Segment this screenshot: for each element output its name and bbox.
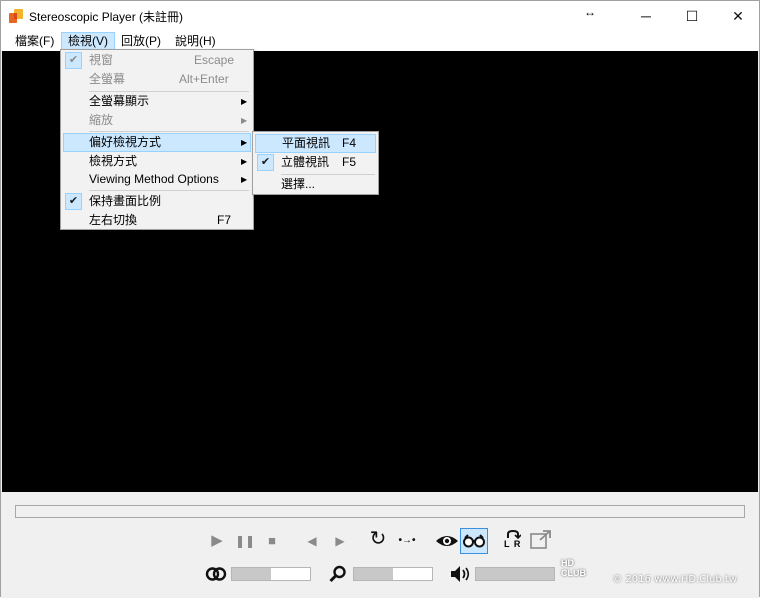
step-icon[interactable]: •→• [393,532,421,550]
menu-item-keep-aspect[interactable]: ✔ 保持畫面比例 [63,192,251,211]
next-icon[interactable]: ▶ [331,532,349,550]
menu-item-view-method[interactable]: 檢視方式 ▶ [63,152,251,171]
submenu-arrow-icon: ▶ [241,138,248,147]
swap-lr-label: L R [504,539,522,549]
control-panel: ▶ ❚❚ ■ ◀ ▶ ↻ •→• L R HD CLUB © 2016 www.… [1,492,759,598]
swap-lr-button[interactable]: L R [501,529,525,553]
menu-item-label: 偏好檢視方式 [89,135,162,149]
menu-item-accel: F7 [217,213,232,227]
menu-item-preferred-view[interactable]: 偏好檢視方式 ▶ [63,133,251,152]
menu-item-label: 視窗 [89,53,114,67]
prev-icon[interactable]: ◀ [303,532,321,550]
menu-item-accel: F4 [342,136,357,150]
watermark-text: © 2016 www.HD.Club.tw [612,574,737,585]
stereo-separation-icon [205,567,227,581]
view-menu-dropdown: ✔ 視窗 Escape 全螢幕 Alt+Enter 全螢幕顯示 ▶ 縮放 ▶ 偏… [60,49,254,230]
menu-item-zoom[interactable]: 縮放 ▶ [63,111,251,130]
menu-item-label: 選擇... [281,177,316,191]
submenu-item-3d-video[interactable]: ✔ 立體視訊 F5 [255,153,376,172]
volume-fill [476,568,554,580]
menu-item-swap-lr[interactable]: 左右切換 F7 [63,211,251,230]
eye-icon[interactable] [435,533,459,549]
menu-item-fullscreen-display[interactable]: 全螢幕顯示 ▶ [63,92,251,111]
volume-slider[interactable] [475,567,555,581]
glasses-button[interactable] [460,528,488,554]
check-icon: ✔ [257,154,274,171]
menu-bar: 檔案(F) 檢視(V) 回放(P) 說明(H) [1,31,759,51]
submenu-arrow-icon: ▶ [241,157,248,166]
play-icon[interactable]: ▶ [207,532,227,550]
menu-item-window[interactable]: ✔ 視窗 Escape [63,51,251,70]
glasses-icon [463,534,485,548]
menu-item-label: 縮放 [89,113,114,127]
app-window: Stereoscopic Player (未註冊) ↔ ─ ☐ ✕ 檔案(F) … [0,0,760,598]
stereo-separation-fill [232,568,271,580]
menu-item-fullscreen[interactable]: 全螢幕 Alt+Enter [63,70,251,89]
menu-item-label: 保持畫面比例 [89,194,162,208]
menu-item-label: 立體視訊 [281,155,330,169]
menu-item-label: 檢視方式 [89,154,138,168]
watermark-logo: HD CLUB [561,558,586,578]
menu-item-label: 左右切換 [89,213,138,227]
app-icon [9,9,23,23]
zoom-fill [354,568,393,580]
minimize-button[interactable]: ─ [623,1,669,31]
submenu-arrow-icon: ▶ [241,175,248,184]
submenu-arrow-icon: ▶ [241,116,248,125]
title-bar[interactable]: Stereoscopic Player (未註冊) ↔ ─ ☐ ✕ [1,1,759,31]
menu-item-viewing-method-options[interactable]: Viewing Method Options ▶ [63,170,251,189]
check-icon: ✔ [65,52,82,69]
swap-arrow-icon [507,529,521,539]
menu-separator [89,190,249,191]
menu-view[interactable]: 檢視(V) [61,32,115,50]
menu-item-label: 平面視訊 [282,136,331,150]
menu-help[interactable]: 說明(H) [169,32,222,50]
window-title: Stereoscopic Player (未註冊) [29,10,184,24]
menu-file[interactable]: 檔案(F) [9,32,60,50]
close-button[interactable]: ✕ [715,1,760,31]
seek-bar[interactable] [15,505,745,518]
menu-item-accel: Escape [194,53,235,67]
menu-item-label: 全螢幕顯示 [89,94,150,108]
popout-icon[interactable] [530,530,552,550]
submenu-arrow-icon: ▶ [241,97,248,106]
stereo-separation-slider[interactable] [231,567,311,581]
pause-icon[interactable]: ❚❚ [234,532,256,550]
submenu-item-2d-video[interactable]: 平面視訊 F4 [255,134,376,153]
menu-item-accel: Alt+Enter [179,72,229,86]
menu-separator [89,131,249,132]
menu-item-label: Viewing Method Options [89,172,219,186]
loop-icon[interactable]: ↻ [367,529,389,549]
resize-icon[interactable]: ↔ [583,5,597,19]
volume-icon[interactable] [450,565,472,583]
zoom-slider[interactable] [353,567,433,581]
maximize-button[interactable]: ☐ [669,1,715,31]
menu-playback[interactable]: 回放(P) [115,32,167,50]
menu-item-label: 全螢幕 [89,72,126,86]
check-icon: ✔ [65,193,82,210]
stop-icon[interactable]: ■ [263,532,281,550]
menu-item-accel: F5 [342,155,357,169]
zoom-icon [329,565,346,583]
submenu-item-select[interactable]: 選擇... [255,175,376,194]
preferred-view-submenu: 平面視訊 F4 ✔ 立體視訊 F5 選擇... [252,131,379,195]
